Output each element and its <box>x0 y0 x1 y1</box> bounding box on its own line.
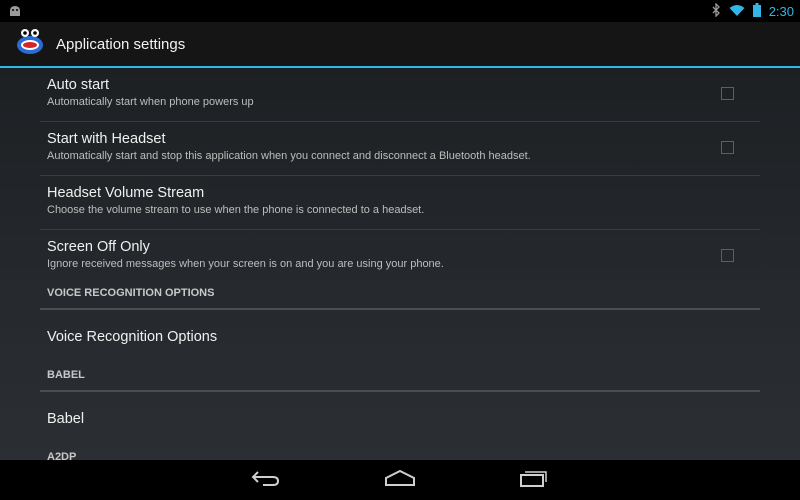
home-button[interactable] <box>378 466 422 494</box>
pref-headset-volume-stream[interactable]: Headset Volume Stream Choose the volume … <box>40 176 760 230</box>
status-bar: 2:30 <box>0 0 800 22</box>
home-icon <box>384 469 416 490</box>
screen-off-only-checkbox[interactable] <box>721 249 734 262</box>
settings-content: Auto start Automatically start when phon… <box>0 68 800 460</box>
pref-screen-off-only[interactable]: Screen Off Only Ignore received messages… <box>40 230 760 284</box>
category-header-babel: BABEL <box>40 366 760 392</box>
pref-summary: Automatically start when phone powers up <box>47 96 254 108</box>
auto-start-checkbox[interactable] <box>721 87 734 100</box>
pref-start-with-headset[interactable]: Start with Headset Automatically start a… <box>40 122 760 176</box>
clock: 2:30 <box>768 3 794 19</box>
action-bar: Application settings <box>0 22 800 66</box>
category-header-a2dp: A2DP <box>47 451 77 460</box>
pref-title: Headset Volume Stream <box>47 185 205 201</box>
pref-title: Auto start <box>47 77 110 93</box>
category-header-voice-recognition: VOICE RECOGNITION OPTIONS <box>40 284 760 310</box>
bluetooth-icon <box>711 1 721 21</box>
wifi-icon <box>729 2 745 21</box>
pref-auto-start[interactable]: Auto start Automatically start when phon… <box>40 68 760 122</box>
recent-apps-button[interactable] <box>512 466 556 494</box>
pref-title: Screen Off Only <box>47 239 150 255</box>
pref-summary: Ignore received messages when your scree… <box>47 258 444 270</box>
recent-apps-icon <box>519 469 549 491</box>
pref-title: Start with Headset <box>47 131 166 147</box>
preference-list: Auto start Automatically start when phon… <box>40 68 760 460</box>
back-icon <box>251 470 281 490</box>
pref-voice-recognition-options[interactable]: Voice Recognition Options <box>40 310 760 366</box>
pref-summary: Automatically start and stop this applic… <box>47 150 531 162</box>
pref-summary: Choose the volume stream to use when the… <box>47 204 425 216</box>
navigation-bar <box>0 460 800 500</box>
back-button[interactable] <box>244 466 288 494</box>
start-with-headset-checkbox[interactable] <box>721 141 734 154</box>
page-title: Application settings <box>56 35 186 53</box>
app-logo-icon[interactable] <box>16 28 44 60</box>
battery-icon <box>752 2 761 21</box>
android-debug-icon <box>8 2 22 21</box>
pref-babel[interactable]: Babel <box>40 392 760 448</box>
